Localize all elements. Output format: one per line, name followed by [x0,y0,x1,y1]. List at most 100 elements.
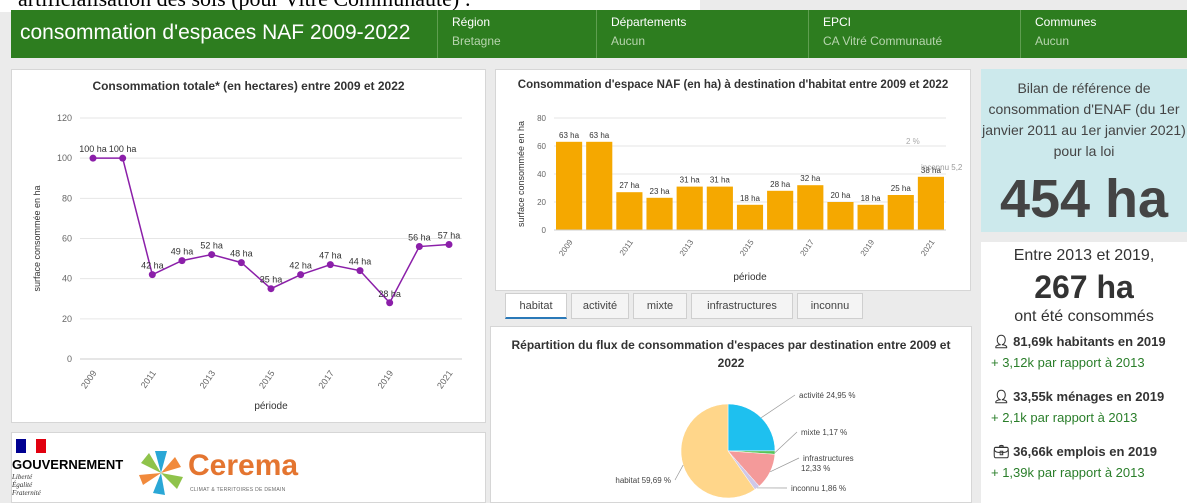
data-label: 49 ha [171,247,194,257]
filter-value: Bretagne [452,34,501,48]
y-tick-label: 60 [537,142,546,151]
data-label: 23 ha [650,187,671,196]
data-point [237,259,245,267]
data-point [267,285,275,293]
y-tick-label: 120 [57,113,72,123]
annotation-label: 2 % [906,137,920,146]
pie-chart-panel: Répartition du flux de consommation d'es… [490,326,972,503]
slice-label: inconnu 1,86 % [791,484,846,493]
tab-infrastructures[interactable]: infrastructures [691,293,793,319]
data-point [119,154,127,162]
person-icon: 👤︎ [993,334,1010,349]
header-bar: consommation d'espaces NAF 2009-2022 Rég… [11,10,1187,58]
x-tick-label: 2011 [618,238,636,258]
line-chart-panel: Consommation totale* (en hectares) entre… [11,69,486,423]
stat-main: 36,66k emplois en 2019 [1013,444,1157,459]
bar [556,141,583,230]
x-tick-label: 2019 [376,368,396,390]
bilan-value: 454 ha [999,169,1169,229]
tab-habitat[interactable]: habitat [505,293,567,319]
x-tick-label: 2019 [859,238,877,258]
slice-label: habitat 59,69 % [615,476,671,485]
stats-period: Entre 2013 et 2019, [1013,247,1155,264]
x-tick-label: 2017 [316,368,336,390]
data-point [356,267,364,275]
filter-epci[interactable]: EPCI CA Vitré Communauté [809,10,1021,58]
leader-line [770,457,800,473]
chart-title: Consommation d'espace NAF (en ha) à dest… [517,79,949,91]
filter-label: Départements [611,15,687,29]
filter-communes[interactable]: Communes Aucun [1021,10,1187,58]
x-tick-label: 2017 [798,238,816,258]
x-axis-title: période [733,272,767,283]
stat-row-habitants: 👤︎ 81,69k habitants en 2019 [981,334,1187,350]
data-label: 35 ha [260,275,283,285]
filter-region[interactable]: Région Bretagne [438,10,597,58]
y-tick-label: 80 [537,114,546,123]
leader-line [774,431,798,453]
y-tick-label: 100 [57,153,72,163]
slice-label: mixte 1,17 % [801,428,847,437]
data-label: 28 ha [378,289,401,299]
briefcase-icon: 💼︎ [993,444,1010,459]
filter-label: Région [452,15,491,29]
annotation-label: inconnu 5,2 [921,163,963,172]
data-point [415,243,423,251]
stats-card: Entre 2013 et 2019, 267 ha ont été conso… [981,242,1187,503]
cerema-name: Cerema [188,449,299,482]
data-label: 57 ha [438,231,461,241]
app-title: consommation d'espaces NAF 2009-2022 [11,10,438,58]
data-label: 42 ha [141,261,164,271]
tab-mixte[interactable]: mixte [633,293,687,319]
filter-departements[interactable]: Départements Aucun [597,10,809,58]
stats-caption: ont été consommés [1014,308,1154,325]
bar [616,192,643,230]
data-label: 100 ha [79,144,107,154]
x-tick-label: 2013 [678,238,696,258]
filter-value: Aucun [611,34,646,48]
data-point [208,251,216,259]
stat-main: 33,55k ménages en 2019 [1013,389,1165,404]
filter-value: Aucun [1035,34,1070,48]
bar [797,185,824,230]
data-label: 56 ha [408,233,431,243]
data-point [445,241,453,249]
chart-title: Répartition du flux de consommation d'es… [511,338,951,370]
data-label: 25 ha [891,184,912,193]
data-label: 42 ha [289,261,312,271]
data-label: 20 ha [830,191,851,200]
data-point [178,257,186,265]
stats-value: 267 ha [1034,269,1134,305]
data-label: 47 ha [319,251,342,261]
x-tick-label: 2021 [919,238,937,258]
data-label: 27 ha [619,181,640,190]
tab-activite[interactable]: activité [571,293,629,319]
gov-motto-line: Égalité [12,481,33,489]
bar [767,190,794,230]
gov-name: GOUVERNEMENT [12,457,124,472]
y-tick-label: 60 [62,234,72,244]
cerema-tagline: CLIMAT & TERRITOIRES DE DEMAIN [190,487,286,493]
data-label: 63 ha [559,131,580,140]
bilan-heading: Bilan de référence de consommation d'ENA… [982,80,1186,159]
tab-inconnu[interactable]: inconnu [797,293,863,319]
stat-row-menages: 👤︎ 33,55k ménages en 2019 [981,389,1187,405]
y-tick-label: 0 [67,354,72,364]
marianne-logo [16,439,46,453]
line-chart: 0 20 40 60 80 100 120 2009 2011 2013 2015 2017 2019 2… [32,113,462,412]
data-point [326,261,334,269]
bar [827,202,854,230]
filter-value: CA Vitré Communauté [823,34,943,48]
slice-label: activité 24,95 % [799,391,855,400]
data-label: 44 ha [349,257,372,267]
x-tick-label: 2021 [435,368,455,390]
filter-label: EPCI [823,15,852,29]
pie-chart: activité 24,95 % mixte 1,17 % infrastructu… [615,391,855,499]
stat-row-emplois: 💼︎ 36,66k emplois en 2019 [981,444,1187,460]
y-tick-label: 20 [62,314,72,324]
bar [917,176,944,230]
data-label: 31 ha [680,176,701,185]
data-label: 63 ha [589,131,610,140]
leader-line [674,464,684,481]
person-icon: 👤︎ [993,389,1010,404]
